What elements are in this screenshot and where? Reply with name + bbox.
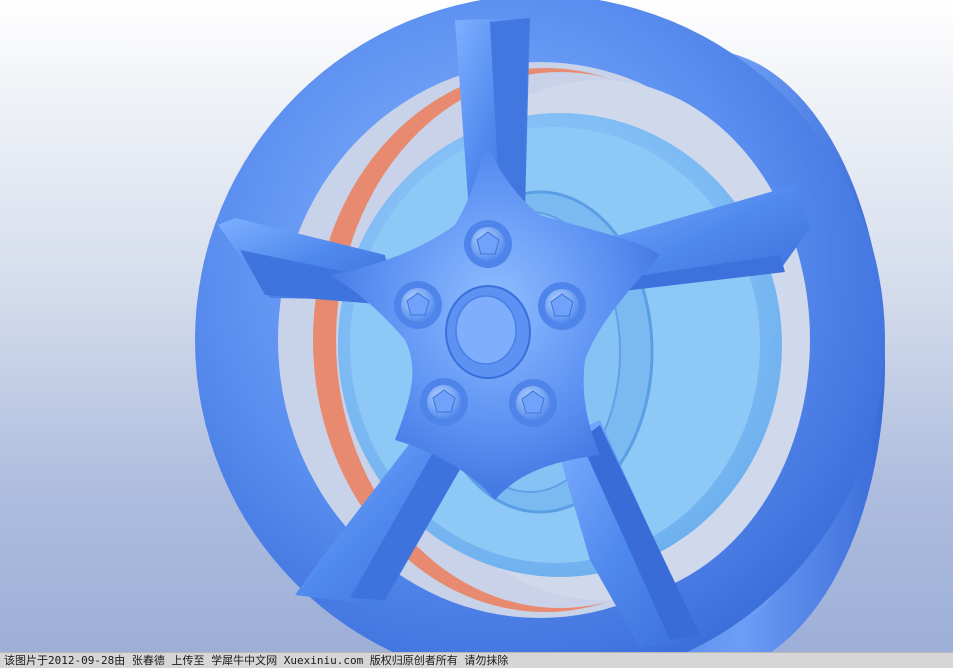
wheel-model (195, 0, 885, 652)
lug-bolt (464, 220, 512, 268)
watermark-bar: 该图片于2012-09-28由 张春德 上传至 学犀牛中文网 Xuexiniu.… (0, 652, 953, 668)
center-cap (445, 285, 531, 379)
3d-viewport[interactable] (0, 0, 953, 652)
lug-bolt (394, 281, 442, 329)
lug-bolt (509, 379, 557, 427)
watermark-text: 该图片于2012-09-28由 张春德 上传至 学犀牛中文网 Xuexiniu.… (4, 654, 509, 667)
lug-bolt (538, 282, 586, 330)
lug-bolt (420, 378, 468, 426)
